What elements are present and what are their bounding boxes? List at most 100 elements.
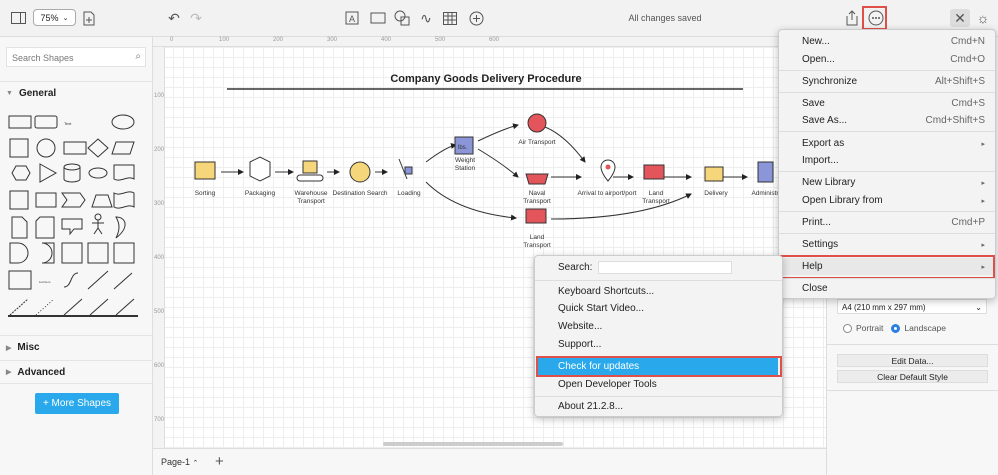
menu-item-import[interactable]: Import... — [779, 152, 995, 169]
ruler-tick: 400 — [381, 37, 392, 43]
search-placeholder: Search Shapes — [12, 53, 74, 63]
main-menu: New... Cmd+N Open... Cmd+O Synchronize Alt+… — [778, 29, 996, 299]
caret-up-icon: ⌃ — [192, 460, 199, 467]
ruler-tick: 0 — [170, 37, 174, 43]
ruler-tick: 500 — [154, 309, 165, 315]
line-styles-row[interactable] — [8, 315, 138, 317]
sorting-box-icon — [194, 161, 216, 180]
menu-item-open[interactable]: Open... Cmd+O — [779, 51, 995, 68]
portrait-label: Portrait — [856, 323, 884, 333]
node-label: Loading — [397, 190, 421, 197]
ruler-tick: 700 — [154, 417, 165, 423]
weight-icon-text: lbs. — [458, 145, 468, 151]
add-page-icon[interactable]: + — [215, 453, 224, 470]
menu-item-new[interactable]: New... Cmd+N — [779, 33, 995, 50]
menu-label: Export as — [802, 138, 845, 149]
portrait-radio[interactable] — [843, 323, 852, 333]
paper-size-select[interactable]: A4 (210 mm x 297 mm) ⌄ — [837, 299, 987, 314]
node-label: Land Transport — [523, 234, 551, 250]
menu-item-new-library[interactable]: New Library ▸ — [779, 174, 995, 191]
ruler-tick: 100 — [219, 37, 230, 43]
new-page-icon[interactable] — [82, 9, 96, 27]
insert-plus-icon[interactable] — [468, 9, 484, 27]
page-tab[interactable]: Page-1 ⌃ — [161, 457, 198, 467]
zoom-select[interactable]: 75% ⌄ — [33, 9, 76, 26]
menu-item-close[interactable]: Close — [779, 280, 995, 297]
ruler-tick: 300 — [327, 37, 338, 43]
diagram-title: Company Goods Delivery Procedure — [390, 73, 581, 85]
more-options-callout — [862, 6, 887, 30]
freehand-icon[interactable]: ∿ — [418, 9, 434, 27]
node-icons: lbs. — [194, 113, 774, 224]
menu-shortcut: Cmd+S — [951, 98, 985, 109]
redo-icon[interactable]: ↷ — [188, 9, 204, 27]
text-icon[interactable]: A — [344, 9, 360, 27]
menu-label: Open... — [802, 54, 835, 65]
node-label: Weight Station — [454, 157, 476, 173]
menu-item-save[interactable]: Save Cmd+S — [779, 95, 995, 112]
menu-item-print[interactable]: Print... Cmd+P — [779, 214, 995, 231]
menu-label: Quick Start Video... — [558, 303, 644, 314]
submenu-arrow-icon: ▸ — [981, 140, 985, 148]
clear-default-style-button[interactable]: Clear Default Style — [837, 370, 988, 383]
section-misc[interactable]: ▶ Misc — [0, 335, 153, 359]
menu-item-open-library-from[interactable]: Open Library from ▸ — [779, 192, 995, 209]
menu-shortcut: Cmd+Shift+S — [925, 115, 985, 126]
menu-item-save-as[interactable]: Save As... Cmd+Shift+S — [779, 112, 995, 129]
truck-icon — [643, 164, 665, 180]
zoom-value: 75% — [40, 12, 59, 23]
help-search-row: Search: — [535, 259, 782, 276]
menu-label: Print... — [802, 217, 831, 228]
format-tools-icon[interactable]: ✕ — [950, 9, 970, 27]
more-shapes-button[interactable]: + More Shapes — [35, 393, 119, 414]
menu-label: Save — [802, 98, 825, 109]
ruler-top: 0 100 200 300 400 500 600 — [153, 37, 826, 47]
search-shapes-input[interactable]: Search Shapes ⌕ — [6, 47, 146, 67]
help-search-input[interactable] — [598, 261, 733, 274]
theme-sun-icon[interactable]: ☼ — [974, 9, 992, 27]
table-icon[interactable] — [442, 9, 458, 27]
ruler-tick: 500 — [435, 37, 446, 43]
menu-item-settings[interactable]: Settings ▸ — [779, 236, 995, 253]
ruler-tick: 600 — [154, 363, 165, 369]
help-submenu: Search: Keyboard Shortcuts... Quick Star… — [534, 255, 783, 417]
menu-item-synchronize[interactable]: Synchronize Alt+Shift+S — [779, 73, 995, 90]
ruler-tick: 100 — [154, 93, 165, 99]
horizontal-scrollbar[interactable] — [383, 442, 563, 446]
section-label: Advanced — [17, 366, 66, 378]
rectangle-icon[interactable] — [370, 9, 386, 27]
shapes-icon[interactable] — [394, 9, 410, 27]
ruler-tick: 600 — [489, 37, 500, 43]
search-icon[interactable]: ⌕ — [135, 51, 141, 62]
help-item-website[interactable]: Website... — [535, 318, 782, 335]
undo-icon[interactable]: ↶ — [166, 9, 182, 27]
menu-label: Keyboard Shortcuts... — [558, 286, 655, 297]
svg-text:List Item: List Item — [39, 280, 51, 284]
section-advanced[interactable]: ▶ Advanced — [0, 360, 153, 384]
truck-icon — [525, 208, 547, 224]
node-label: Naval Transport — [523, 190, 551, 206]
section-general[interactable]: ▼ General — [0, 81, 153, 105]
menu-item-export-as[interactable]: Export as ▸ — [779, 135, 995, 152]
svg-text:A: A — [349, 14, 355, 24]
general-shapes-palette[interactable]: Text List Item — [6, 111, 146, 323]
section-label: Misc — [17, 342, 40, 353]
edit-data-button[interactable]: Edit Data... — [837, 354, 988, 367]
menu-shortcut: Cmd+O — [950, 54, 985, 65]
globe-icon — [349, 161, 371, 183]
airplane-icon — [527, 113, 547, 133]
caret-right-icon: ▶ — [6, 344, 12, 352]
node-label: Air Transport — [518, 139, 556, 146]
help-item-support[interactable]: Support... — [535, 336, 782, 353]
node-label: Sorting — [194, 190, 216, 197]
landscape-radio[interactable] — [891, 323, 901, 333]
share-icon[interactable] — [844, 9, 860, 27]
node-label: Land Transport — [642, 190, 670, 206]
help-item-open-developer-tools[interactable]: Open Developer Tools — [535, 376, 782, 393]
format-panel-toggle-icon[interactable] — [10, 9, 26, 27]
help-item-keyboard-shortcuts[interactable]: Keyboard Shortcuts... — [535, 283, 782, 300]
page-tab-label: Page-1 — [161, 457, 191, 467]
help-item-about[interactable]: About 21.2.8... — [535, 398, 782, 415]
help-item-quick-start-video[interactable]: Quick Start Video... — [535, 300, 782, 317]
menu-label: Import... — [802, 155, 839, 166]
